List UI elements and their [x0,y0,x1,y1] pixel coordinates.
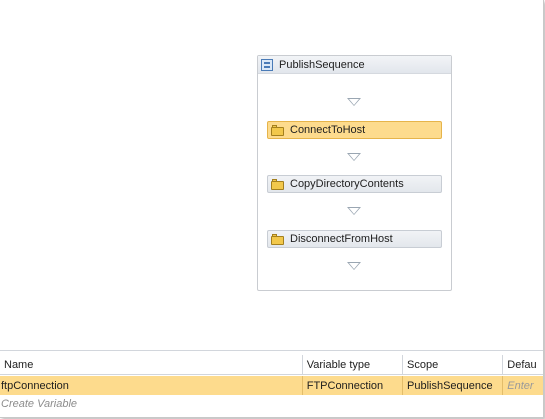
drop-target-arrow-icon[interactable] [347,262,361,270]
drop-target-arrow-icon[interactable] [347,98,361,106]
column-header-default[interactable]: Defau [503,355,543,375]
variable-default-cell[interactable]: Enter [503,376,543,395]
workflow-designer: PublishSequence ConnectToHost CopyDirect… [0,0,544,418]
column-header-variable-type[interactable]: Variable type [302,355,403,375]
activity-folder-icon [271,124,284,136]
sequence-title: PublishSequence [279,58,365,71]
activity-connect-to-host[interactable]: ConnectToHost [267,121,442,139]
activity-folder-icon [271,178,284,190]
variable-name-cell[interactable]: ftpConnection [0,376,303,395]
column-header-scope[interactable]: Scope [403,355,504,375]
variable-type-cell[interactable]: FTPConnection [303,376,403,395]
activity-folder-icon [271,233,284,245]
sequence-icon [261,58,273,71]
drop-target-arrow-icon[interactable] [347,153,361,161]
variables-header-row: Name Variable type Scope Defau [0,355,543,375]
activity-copy-directory-contents[interactable]: CopyDirectoryContents [267,175,442,193]
activity-disconnect-from-host[interactable]: DisconnectFromHost [267,230,442,248]
variable-scope-cell[interactable]: PublishSequence [403,376,504,395]
variable-row[interactable]: ftpConnection FTPConnection PublishSeque… [0,376,543,395]
activity-label: CopyDirectoryContents [290,178,404,190]
sequence-header[interactable]: PublishSequence [258,56,451,74]
activity-label: ConnectToHost [290,124,366,136]
column-header-name[interactable]: Name [0,355,303,375]
drop-target-arrow-icon[interactable] [347,207,361,215]
variables-panel: Name Variable type Scope Defau ftpConnec… [0,350,543,417]
publish-sequence-activity[interactable]: PublishSequence ConnectToHost CopyDirect… [257,55,452,291]
activity-label: DisconnectFromHost [290,233,393,245]
create-variable-link[interactable]: Create Variable [1,398,77,410]
